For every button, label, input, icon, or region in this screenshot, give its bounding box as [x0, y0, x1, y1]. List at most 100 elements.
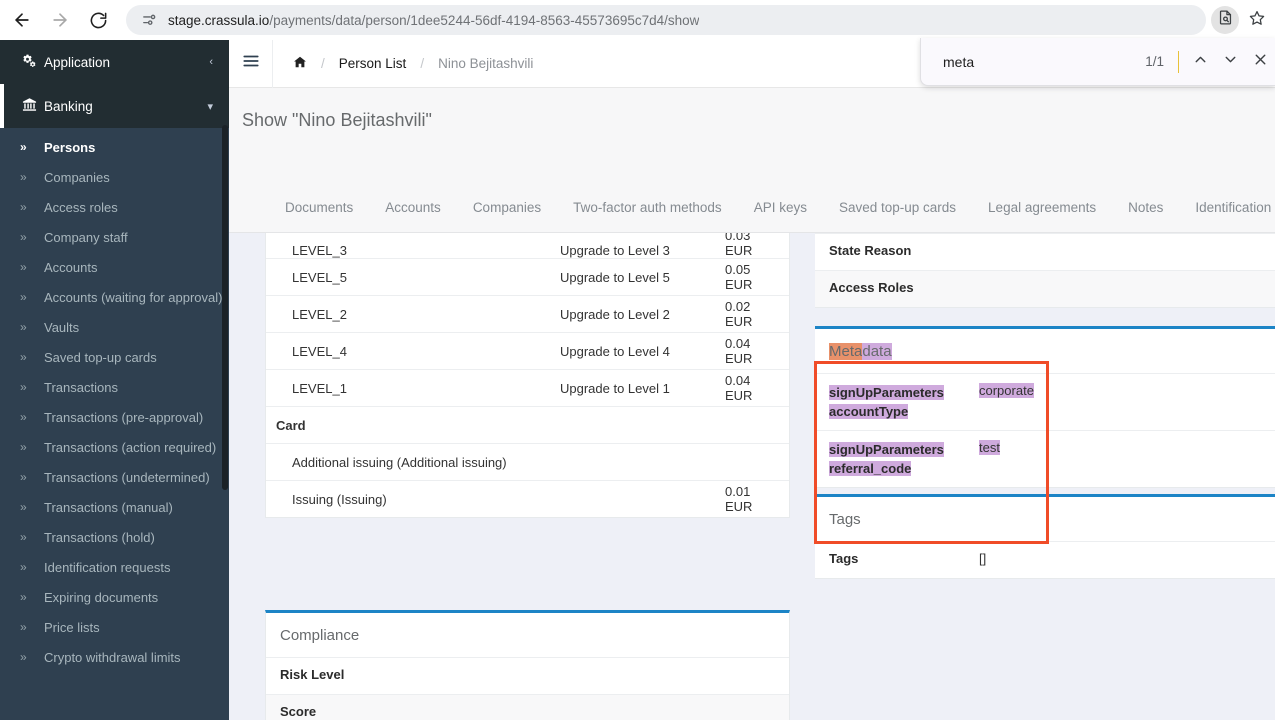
reload-icon: [89, 11, 108, 30]
sidebar-item-vaults[interactable]: » Vaults: [0, 312, 229, 342]
page-search-button[interactable]: [1211, 6, 1239, 34]
price-row-amount: 0.01 EUR: [725, 484, 753, 514]
close-icon: [1252, 51, 1269, 73]
chevron-up-icon: [1192, 51, 1209, 73]
tab-companies[interactable]: Companies: [457, 198, 557, 218]
sidebar-item-persons[interactable]: » Persons: [0, 132, 229, 162]
sidebar-submenu: » Persons » Companies » Access roles » Company …: [0, 128, 229, 672]
tab-saved-top-up-cards[interactable]: Saved top-up cards: [823, 198, 972, 218]
chevron-double-right-icon: »: [20, 140, 27, 154]
price-row-amount: 0.05 EUR: [725, 262, 753, 292]
browser-toolbar: stage.crassula.io/payments/data/person/1…: [0, 0, 1275, 40]
breadcrumb-item-current: Nino Bejitashvili: [438, 56, 534, 71]
find-next-button[interactable]: [1215, 47, 1245, 77]
metadata-key-line1: signUpParameters: [829, 385, 944, 400]
sidebar-toggle-button[interactable]: [229, 39, 273, 88]
site-settings-icon[interactable]: [140, 11, 158, 29]
sidebar-item-companies[interactable]: » Companies: [0, 162, 229, 192]
sidebar-item-label: Transactions (undetermined): [44, 469, 210, 485]
bookmark-button[interactable]: [1243, 6, 1271, 34]
sidebar-item-price-lists[interactable]: » Price lists: [0, 612, 229, 642]
sidebar-item-application-label: Application: [44, 54, 111, 70]
sidebar-item-banking[interactable]: Banking ▾: [0, 84, 229, 128]
metadata-key-line2: accountType: [829, 404, 909, 419]
metadata-key-line1: signUpParameters: [829, 442, 944, 457]
sidebar-item-application[interactable]: Application ‹: [0, 40, 229, 84]
sidebar-item-label: Company staff: [44, 229, 128, 245]
sidebar-item-saved-top-up-cards[interactable]: » Saved top-up cards: [0, 342, 229, 372]
sidebar-item-expiring-documents[interactable]: » Expiring documents: [0, 582, 229, 612]
sidebar-item-transactions-action-required[interactable]: » Transactions (action required): [0, 432, 229, 462]
sidebar-item-label: Price lists: [44, 619, 100, 635]
address-bar[interactable]: stage.crassula.io/payments/data/person/1…: [126, 5, 1206, 35]
sidebar-scrollbar[interactable]: [222, 125, 228, 490]
sidebar-item-transactions[interactable]: » Transactions: [0, 372, 229, 402]
price-group-header: Card: [266, 406, 789, 443]
find-divider: [1178, 50, 1179, 73]
metadata-title-rest: data: [862, 343, 892, 360]
chevron-double-right-icon: »: [20, 230, 27, 244]
breadcrumb-item-person-list[interactable]: Person List: [339, 56, 407, 71]
price-row-name: LEVEL_1: [292, 380, 347, 396]
page-header: Show "Nino Bejitashvili" Documents Accoun…: [229, 88, 1275, 233]
chevron-left-icon[interactable]: ‹: [209, 56, 213, 68]
sidebar-item-transactions-pre-approval[interactable]: » Transactions (pre-approval): [0, 402, 229, 432]
compliance-row: Risk Level: [266, 657, 789, 694]
reload-button[interactable]: [82, 4, 114, 36]
metadata-row: signUpParameters referral_code test: [815, 430, 1275, 487]
metadata-row-value: corporate: [979, 383, 1034, 398]
metadata-title-match: Meta: [829, 343, 863, 360]
bank-icon: [22, 97, 44, 115]
chevron-double-right-icon: »: [20, 440, 27, 454]
person-details-card: State Reason Access Roles: [815, 233, 1275, 308]
tab-documents[interactable]: Documents: [269, 198, 369, 218]
sidebar-item-transactions-hold[interactable]: » Transactions (hold): [0, 522, 229, 552]
find-close-button[interactable]: [1245, 47, 1275, 77]
sidebar-item-transactions-manual[interactable]: » Transactions (manual): [0, 492, 229, 522]
metadata-row-key: signUpParameters referral_code: [829, 440, 979, 478]
sidebar-item-access-roles[interactable]: » Access roles: [0, 192, 229, 222]
price-row-description: Upgrade to Level 3: [560, 243, 670, 258]
tab-legal-agreements[interactable]: Legal agreements: [972, 198, 1112, 218]
sidebar-item-crypto-withdrawal-limits[interactable]: » Crypto withdrawal limits: [0, 642, 229, 672]
compliance-card: Compliance Risk Level Score: [265, 610, 790, 720]
row-key: Access Roles: [829, 280, 914, 295]
metadata-card: Metadata signUpParameters accountType corp…: [815, 326, 1275, 488]
chevron-double-right-icon: »: [20, 380, 27, 394]
left-column: LEVEL_3 Upgrade to Level 3 0.03 EUR LEVEL_5…: [265, 233, 790, 720]
home-icon[interactable]: [293, 55, 307, 72]
chevron-double-right-icon: »: [20, 560, 27, 574]
sidebar-item-accounts-waiting-for-approval[interactable]: » Accounts (waiting for approval): [0, 282, 229, 312]
tab-two-factor-auth-methods[interactable]: Two-factor auth methods: [557, 198, 738, 218]
find-match-count: 1/1: [1145, 54, 1164, 69]
chevron-down-icon[interactable]: ▾: [207, 100, 213, 113]
row-key: State Reason: [829, 243, 912, 258]
metadata-value-text: test: [979, 440, 1000, 455]
tab-api-keys[interactable]: API keys: [738, 198, 823, 218]
forward-button[interactable]: [44, 4, 76, 36]
tab-identification[interactable]: Identification: [1179, 198, 1275, 218]
tab-accounts[interactable]: Accounts: [369, 198, 457, 218]
find-input[interactable]: [943, 53, 1123, 70]
sidebar-item-accounts[interactable]: » Accounts: [0, 252, 229, 282]
forward-arrow-icon: [50, 10, 70, 30]
back-button[interactable]: [6, 4, 38, 36]
sidebar-item-company-staff[interactable]: » Company staff: [0, 222, 229, 252]
sidebar-item-label: Vaults: [44, 319, 80, 335]
sidebar-item-label: Crypto withdrawal limits: [44, 649, 181, 665]
price-table-row: LEVEL_4 Upgrade to Level 4 0.04 EUR: [266, 332, 789, 369]
row-key: Score: [280, 704, 317, 719]
metadata-row: signUpParameters accountType corporate: [815, 373, 1275, 430]
find-previous-button[interactable]: [1185, 47, 1215, 77]
app-window: Application ‹ Banking ▾ » Persons » Compani…: [0, 39, 1275, 720]
tab-notes[interactable]: Notes: [1112, 198, 1179, 218]
chevron-double-right-icon: »: [20, 200, 27, 214]
sidebar-item-transactions-undetermined[interactable]: » Transactions (undetermined): [0, 462, 229, 492]
price-row-name: LEVEL_2: [292, 306, 347, 322]
page-title: Show "Nino Bejitashvili": [242, 110, 432, 130]
sidebar-item-label: Saved top-up cards: [44, 349, 157, 365]
price-row-description: Upgrade to Level 4: [560, 343, 670, 359]
sidebar-item-identification-requests[interactable]: » Identification requests: [0, 552, 229, 582]
sidebar-item-label: Companies: [44, 169, 110, 185]
